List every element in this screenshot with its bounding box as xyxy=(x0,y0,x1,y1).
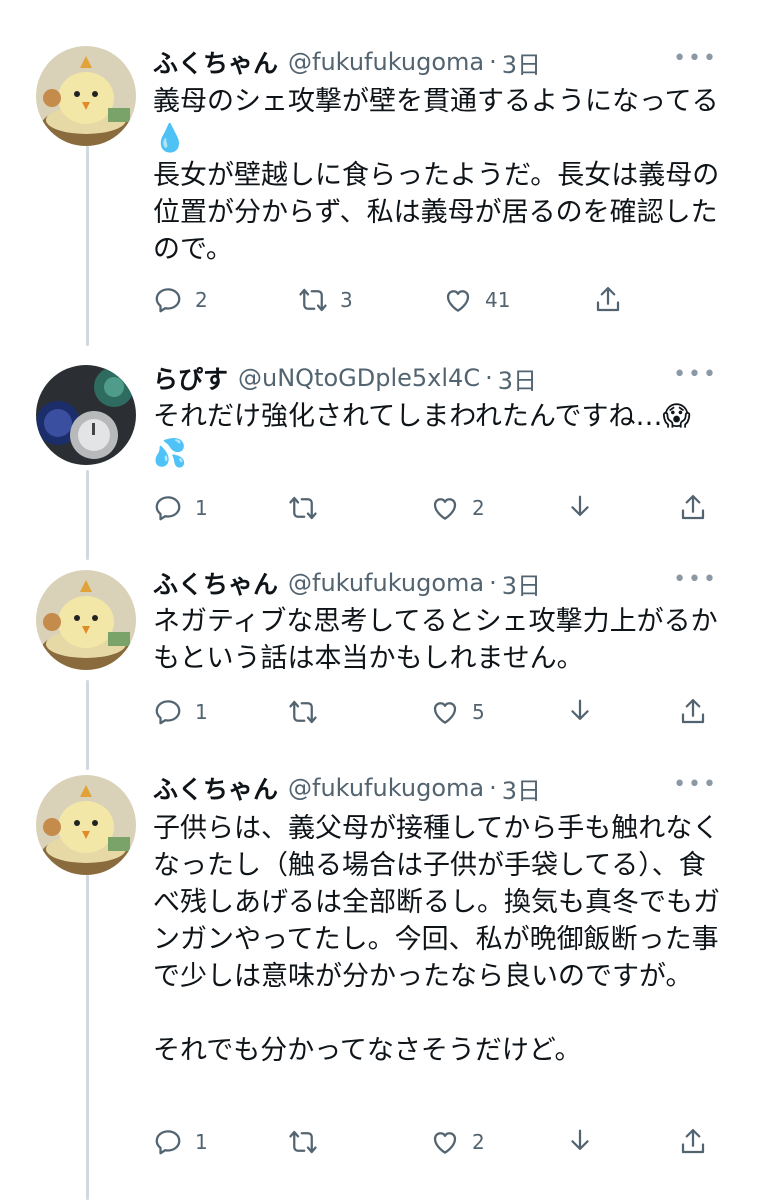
reply-button[interactable]: 1 xyxy=(153,488,208,528)
like-button[interactable]: 41 xyxy=(443,280,510,320)
avatar[interactable] xyxy=(36,775,136,875)
reply-icon xyxy=(155,496,181,521)
share-icon xyxy=(681,1129,705,1154)
download-button[interactable] xyxy=(565,488,595,528)
reply-button[interactable]: 1 xyxy=(153,692,208,732)
tweet-actions: 1 2 xyxy=(153,1122,713,1162)
retweet-icon xyxy=(289,1130,317,1154)
retweet-button[interactable] xyxy=(288,692,318,732)
like-icon xyxy=(433,498,457,520)
like-button[interactable]: 5 xyxy=(430,692,485,732)
like-icon xyxy=(446,290,470,312)
reply-icon xyxy=(155,288,181,313)
more-options-icon[interactable]: ••• xyxy=(673,364,718,386)
tweet-actions: 1 5 xyxy=(153,692,713,732)
thread-line xyxy=(86,875,89,1200)
like-icon xyxy=(433,702,457,724)
avatar[interactable] xyxy=(36,365,136,465)
tweet-actions: 1 2 xyxy=(153,488,713,528)
more-options-icon[interactable]: ••• xyxy=(673,774,718,796)
retweet-count: 3 xyxy=(340,288,353,312)
more-options-icon[interactable]: ••• xyxy=(673,569,718,591)
separator-dot: · xyxy=(489,48,497,76)
avatar-chick-image xyxy=(36,570,136,670)
share-icon xyxy=(596,287,620,312)
tweet[interactable]: ふくちゃん @fukufukugoma · 3日 ••• 子供らは、義父母が接種… xyxy=(0,0,758,1155)
download-icon xyxy=(571,495,589,516)
tweet-header: ふくちゃん @fukufukugoma · 3日 ••• xyxy=(153,563,718,603)
download-button[interactable] xyxy=(565,692,595,732)
share-button[interactable] xyxy=(678,488,708,528)
download-icon xyxy=(571,1129,589,1150)
user-handle[interactable]: @fukufukugoma xyxy=(288,569,484,597)
download-icon xyxy=(571,699,589,720)
reply-count: 1 xyxy=(195,1130,208,1154)
tweet-header: ふくちゃん @fukufukugoma · 3日 ••• xyxy=(153,768,718,808)
retweet-icon xyxy=(289,700,317,724)
tweet-text: それだけ強化されてしまわれたんですね…😱 💦 xyxy=(153,401,691,469)
like-count: 2 xyxy=(472,1130,485,1154)
avatar-chick-image xyxy=(36,775,136,875)
share-icon xyxy=(681,495,705,520)
reply-button[interactable]: 2 xyxy=(153,280,208,320)
share-button[interactable] xyxy=(678,1122,708,1162)
avatar-watch-image xyxy=(36,365,136,465)
tweet[interactable]: ふくちゃん @fukufukugoma · 3日 ••• 義母のシェ攻撃が壁を貫… xyxy=(0,0,758,345)
reply-count: 2 xyxy=(195,288,208,312)
tweet-text: ネガティブな思考してるとシェ攻撃力上がるかもという話は本当かもしれません。 xyxy=(153,606,718,674)
like-count: 41 xyxy=(485,288,511,312)
download-button[interactable] xyxy=(565,1122,595,1162)
user-handle[interactable]: @fukufukugoma xyxy=(288,48,484,76)
like-count: 2 xyxy=(472,496,485,520)
like-icon xyxy=(433,1132,457,1154)
retweet-button[interactable] xyxy=(288,1122,318,1162)
separator-dot: · xyxy=(485,364,493,392)
avatar-chick-image xyxy=(36,46,136,146)
retweet-icon xyxy=(299,288,327,312)
tweet-header: ふくちゃん @fukufukugoma · 3日 ••• xyxy=(153,42,718,82)
tweet-actions: 2 3 41 xyxy=(153,280,713,320)
retweet-button[interactable] xyxy=(288,488,318,528)
thread-line xyxy=(86,470,89,560)
like-button[interactable]: 2 xyxy=(430,488,485,528)
reply-count: 1 xyxy=(195,700,208,724)
like-count: 5 xyxy=(472,700,485,724)
reply-icon xyxy=(155,1130,181,1155)
like-button[interactable]: 2 xyxy=(430,1122,485,1162)
avatar[interactable] xyxy=(36,570,136,670)
timestamp[interactable]: 3日 xyxy=(498,361,537,396)
timestamp[interactable]: 3日 xyxy=(502,45,541,80)
timestamp[interactable]: 3日 xyxy=(502,771,541,806)
reply-count: 1 xyxy=(195,496,208,520)
share-icon xyxy=(681,699,705,724)
separator-dot: · xyxy=(489,569,497,597)
tweet-header: らぴす @uNQtoGDple5xl4C · 3日 ••• xyxy=(153,358,718,398)
share-button[interactable] xyxy=(678,692,708,732)
user-handle[interactable]: @uNQtoGDple5xl4C xyxy=(238,364,480,392)
display-name[interactable]: ふくちゃん xyxy=(153,44,278,80)
tweet-text: 子供らは、義父母が接種してから手も触れなくなったし（触る場合は子供が手袋してる）… xyxy=(153,813,720,1066)
separator-dot: · xyxy=(489,774,497,802)
more-options-icon[interactable]: ••• xyxy=(673,48,718,70)
display-name[interactable]: ふくちゃん xyxy=(153,770,278,806)
retweet-icon xyxy=(289,496,317,520)
thread-line xyxy=(86,680,89,770)
avatar[interactable] xyxy=(36,46,136,146)
reply-button[interactable]: 1 xyxy=(153,1122,208,1162)
display-name[interactable]: ふくちゃん xyxy=(153,565,278,601)
user-handle[interactable]: @fukufukugoma xyxy=(288,774,484,802)
retweet-button[interactable]: 3 xyxy=(298,280,353,320)
reply-icon xyxy=(155,700,181,725)
share-button[interactable] xyxy=(593,280,623,320)
timestamp[interactable]: 3日 xyxy=(502,566,541,601)
tweet-text: 義母のシェ攻撃が壁を貫通するようになってる💧 長女が壁越しに食らったようだ。長女… xyxy=(153,86,720,265)
display-name[interactable]: らぴす xyxy=(153,360,228,396)
